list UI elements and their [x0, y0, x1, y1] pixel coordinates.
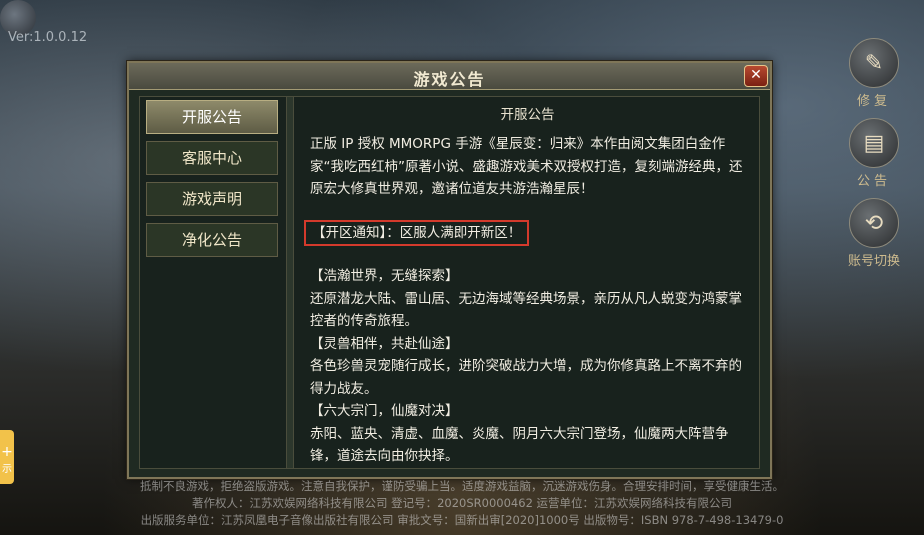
section-world-title: 【浩瀚世界，无缝探索】 [310, 268, 459, 284]
dialog-titlebar: 游戏公告 ✕ [129, 63, 770, 90]
section-pets-title: 【灵兽相伴，共赴仙途】 [310, 335, 459, 352]
announcement-content[interactable]: 开服公告 正版 IP 授权 MMORPG 手游《星辰变：归来》本作由阅文集团白金… [296, 97, 759, 468]
announcement-label: 公告 [856, 174, 891, 189]
close-button[interactable]: ✕ [744, 65, 768, 87]
plus-icon: + [1, 444, 13, 460]
content-body: 正版 IP 授权 MMORPG 手游《星辰变：归来》本作由阅文集团白金作家“我吃… [296, 123, 759, 468]
tab-customer-service[interactable]: 客服中心 [146, 141, 278, 175]
tab-purification[interactable]: 净化公告 [146, 223, 278, 257]
panel-divider [286, 97, 294, 468]
tab-server-open[interactable]: 开服公告 [146, 100, 278, 134]
dialog-title: 游戏公告 [413, 70, 486, 89]
footer-publisher: 出版服务单位：江苏凤凰电子音像出版社有限公司 审批文号：国新出审[2020]10… [140, 513, 784, 527]
announcement-button[interactable]: ▤ 公告 [846, 118, 902, 189]
announcement-dialog: 游戏公告 ✕ 开服公告 客服中心 游戏声明 净化公告 开服公告 正版 IP 授权… [127, 61, 772, 479]
content-title: 开服公告 [500, 107, 555, 123]
section-sects-title: 【六大宗门，仙魔对决】 [310, 403, 459, 419]
server-notice: 【开区通知】：区服人满即开新区！ [304, 219, 530, 246]
version-label: Ver:1.0.0.12 [8, 30, 88, 45]
repair-icon: ✎ [849, 38, 899, 88]
dialog-body: 开服公告 客服中心 游戏声明 净化公告 开服公告 正版 IP 授权 MMORPG… [139, 96, 760, 469]
announcement-nav: 开服公告 客服中心 游戏声明 净化公告 [146, 100, 278, 264]
account-switch-label: 账号切换 [847, 254, 900, 269]
left-tab-text: 示 [2, 464, 12, 475]
section-pets-body: 各色珍兽灵宠随行成长，进阶突破战力大增，成为你修真路上不离不弃的得力战友。 [310, 358, 742, 397]
announcement-icon: ▤ [849, 118, 899, 168]
left-floating-tab[interactable]: + 示 [0, 430, 14, 484]
account-switch-icon: ⟲ [849, 198, 899, 248]
section-world-body: 还原潜龙大陆、雷山居、无边海域等经典场景，亲历从凡人蜕变为鸿蒙掌控者的传奇旅程。 [310, 290, 742, 330]
section-sects-body: 赤阳、蓝央、清虚、血魔、炎魔、阴月六大宗门登场，仙魔两大阵营争锋，道途去向由你抉… [310, 425, 729, 465]
footer-copyright: 著作权人：江苏欢娱网络科技有限公司 登记号：2020SR0000462 运营单位… [191, 496, 733, 510]
intro-paragraph: 正版 IP 授权 MMORPG 手游《星辰变：归来》本作由阅文集团白金作家“我吃… [310, 136, 743, 197]
tab-game-statement[interactable]: 游戏声明 [146, 182, 278, 216]
account-switch-button[interactable]: ⟲ 账号切换 [846, 198, 902, 269]
repair-button[interactable]: ✎ 修复 [846, 38, 902, 109]
repair-label: 修复 [856, 94, 891, 109]
footer-health-notice: 抵制不良游戏，拒绝盗版游戏。注意自我保护，谨防受骗上当。适度游戏益脑，沉迷游戏伤… [140, 479, 784, 493]
